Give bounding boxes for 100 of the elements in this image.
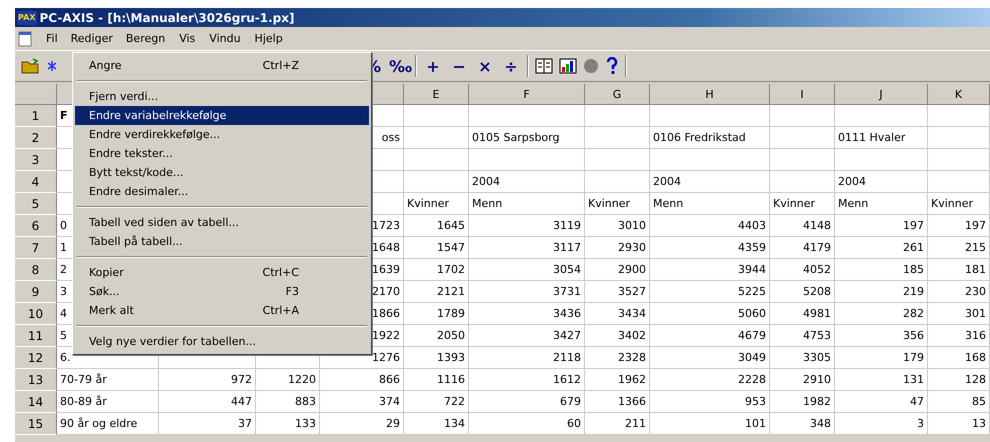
columns-icon[interactable]	[535, 58, 553, 74]
table-cell: 1366	[585, 391, 650, 413]
table-cell: Kvinner	[585, 193, 650, 215]
menu-item[interactable]: Angre Ctrl+Z	[75, 56, 369, 75]
table-cell: 261	[835, 237, 928, 259]
column-header[interactable]: I	[770, 84, 835, 105]
table-cell: 2121	[404, 281, 469, 303]
table-cell: 301	[928, 303, 990, 325]
app-icon: PAX	[17, 10, 36, 24]
table-cell: 4679	[650, 325, 770, 347]
table-cell: 1962	[585, 369, 650, 391]
table-cell: 1547	[404, 237, 469, 259]
bar-chart-icon[interactable]	[559, 58, 577, 74]
table-cell: Kvinner	[404, 193, 469, 215]
table-cell	[928, 171, 990, 193]
table-cell: 1612	[469, 369, 585, 391]
table-cell: 2050	[404, 325, 469, 347]
table-cell: 3944	[650, 259, 770, 281]
table-cell: 47	[835, 391, 928, 413]
table-cell	[585, 127, 650, 149]
row-header[interactable]: 10	[15, 303, 57, 325]
row-header[interactable]: 13	[15, 369, 57, 391]
table-cell: 883	[256, 391, 320, 413]
table-cell: 3049	[650, 347, 770, 369]
circle-icon[interactable]	[583, 58, 599, 74]
menu-title[interactable]: Hjelp	[248, 29, 290, 48]
table-cell: 185	[835, 259, 928, 281]
row-header[interactable]: 5	[15, 193, 57, 215]
shortcut-label: Ctrl+C	[262, 266, 299, 279]
shortcut-label: Ctrl+Z	[262, 59, 299, 72]
table-cell: 1645	[404, 215, 469, 237]
table-cell: 5225	[650, 281, 770, 303]
column-header[interactable]: J	[835, 84, 928, 105]
table-cell: 3117	[469, 237, 585, 259]
table-cell: 5208	[770, 281, 835, 303]
table-cell: 0111 Hvaler	[835, 127, 928, 149]
table-cell: 215	[928, 237, 990, 259]
table-cell: 2004	[650, 171, 770, 193]
table-cell: 219	[835, 281, 928, 303]
asterisk-icon[interactable]	[47, 59, 57, 73]
table-cell: 70-79 år	[57, 369, 159, 391]
toolbar-button[interactable]: ×	[475, 56, 495, 76]
menu-title[interactable]: Vis	[172, 29, 202, 48]
menu-title[interactable]: Rediger	[64, 30, 119, 47]
table-cell: 3010	[585, 215, 650, 237]
row-header[interactable]: 7	[15, 237, 57, 259]
window-title: PC-AXIS - [h:\Manualer\3026gru-1.px]	[40, 10, 294, 24]
row-header[interactable]: 9	[15, 281, 57, 303]
table-cell: Kvinner	[770, 193, 835, 215]
table-cell: 348	[770, 413, 835, 435]
help-icon[interactable]	[605, 57, 619, 75]
toolbar-button[interactable]: ÷	[501, 56, 521, 76]
column-header[interactable]: E	[404, 84, 469, 105]
table-cell: 2900	[585, 259, 650, 281]
row-header[interactable]: 12	[15, 347, 57, 369]
column-header[interactable]: K	[928, 84, 990, 105]
row-header[interactable]: 1	[15, 105, 57, 127]
row-header[interactable]: 6	[15, 215, 57, 237]
row-header[interactable]: 15	[15, 413, 57, 435]
shortcut-label: Ctrl+A	[262, 304, 299, 317]
table-cell: 131	[835, 369, 928, 391]
row-header[interactable]: 4	[15, 171, 57, 193]
row-header[interactable]: 2	[15, 127, 57, 149]
table-cell: 1220	[256, 369, 320, 391]
row-header[interactable]: 14	[15, 391, 57, 413]
column-header[interactable]: F	[469, 84, 585, 105]
row-header[interactable]: 3	[15, 149, 57, 171]
column-header[interactable]: H	[650, 84, 770, 105]
table-cell: 972	[159, 369, 256, 391]
table-cell: 168	[928, 347, 990, 369]
menu-item[interactable]: Endre variabelrekkefølge	[75, 106, 369, 125]
menu-title[interactable]: Beregn	[118, 29, 172, 48]
toolbar-button[interactable]: −	[449, 56, 469, 76]
table-cell: 2118	[469, 347, 585, 369]
table-cell: 316	[928, 325, 990, 347]
table-cell: 866	[320, 369, 404, 391]
corner-header[interactable]	[15, 84, 57, 105]
row-header[interactable]: 8	[15, 259, 57, 281]
table-cell: 1393	[404, 347, 469, 369]
table-cell: 679	[469, 391, 585, 413]
table-cell: 3527	[585, 281, 650, 303]
menu-item[interactable]: Fjern verdi...	[75, 87, 369, 106]
folder-icon[interactable]	[21, 57, 41, 75]
table-cell: 13	[928, 413, 990, 435]
table-cell: 282	[835, 303, 928, 325]
menu-item[interactable]: Bytt tekst/kode...	[75, 163, 369, 182]
table-cell: 134	[404, 413, 469, 435]
table-cell: 3119	[469, 215, 585, 237]
column-header[interactable]: G	[585, 84, 650, 105]
table-cell: 2228	[650, 369, 770, 391]
toolbar-button[interactable]: +	[423, 56, 443, 76]
table-cell: 1702	[404, 259, 469, 281]
table-cell: 3305	[770, 347, 835, 369]
table-cell: 3402	[585, 325, 650, 347]
menu-title[interactable]: Fil	[39, 29, 65, 48]
menu-item[interactable]: Endre desimaler...	[75, 182, 369, 201]
table-cell: 3427	[469, 325, 585, 347]
menu-title[interactable]: Vindu	[202, 29, 248, 48]
table-cell: 4359	[650, 237, 770, 259]
row-header[interactable]: 11	[15, 325, 57, 347]
